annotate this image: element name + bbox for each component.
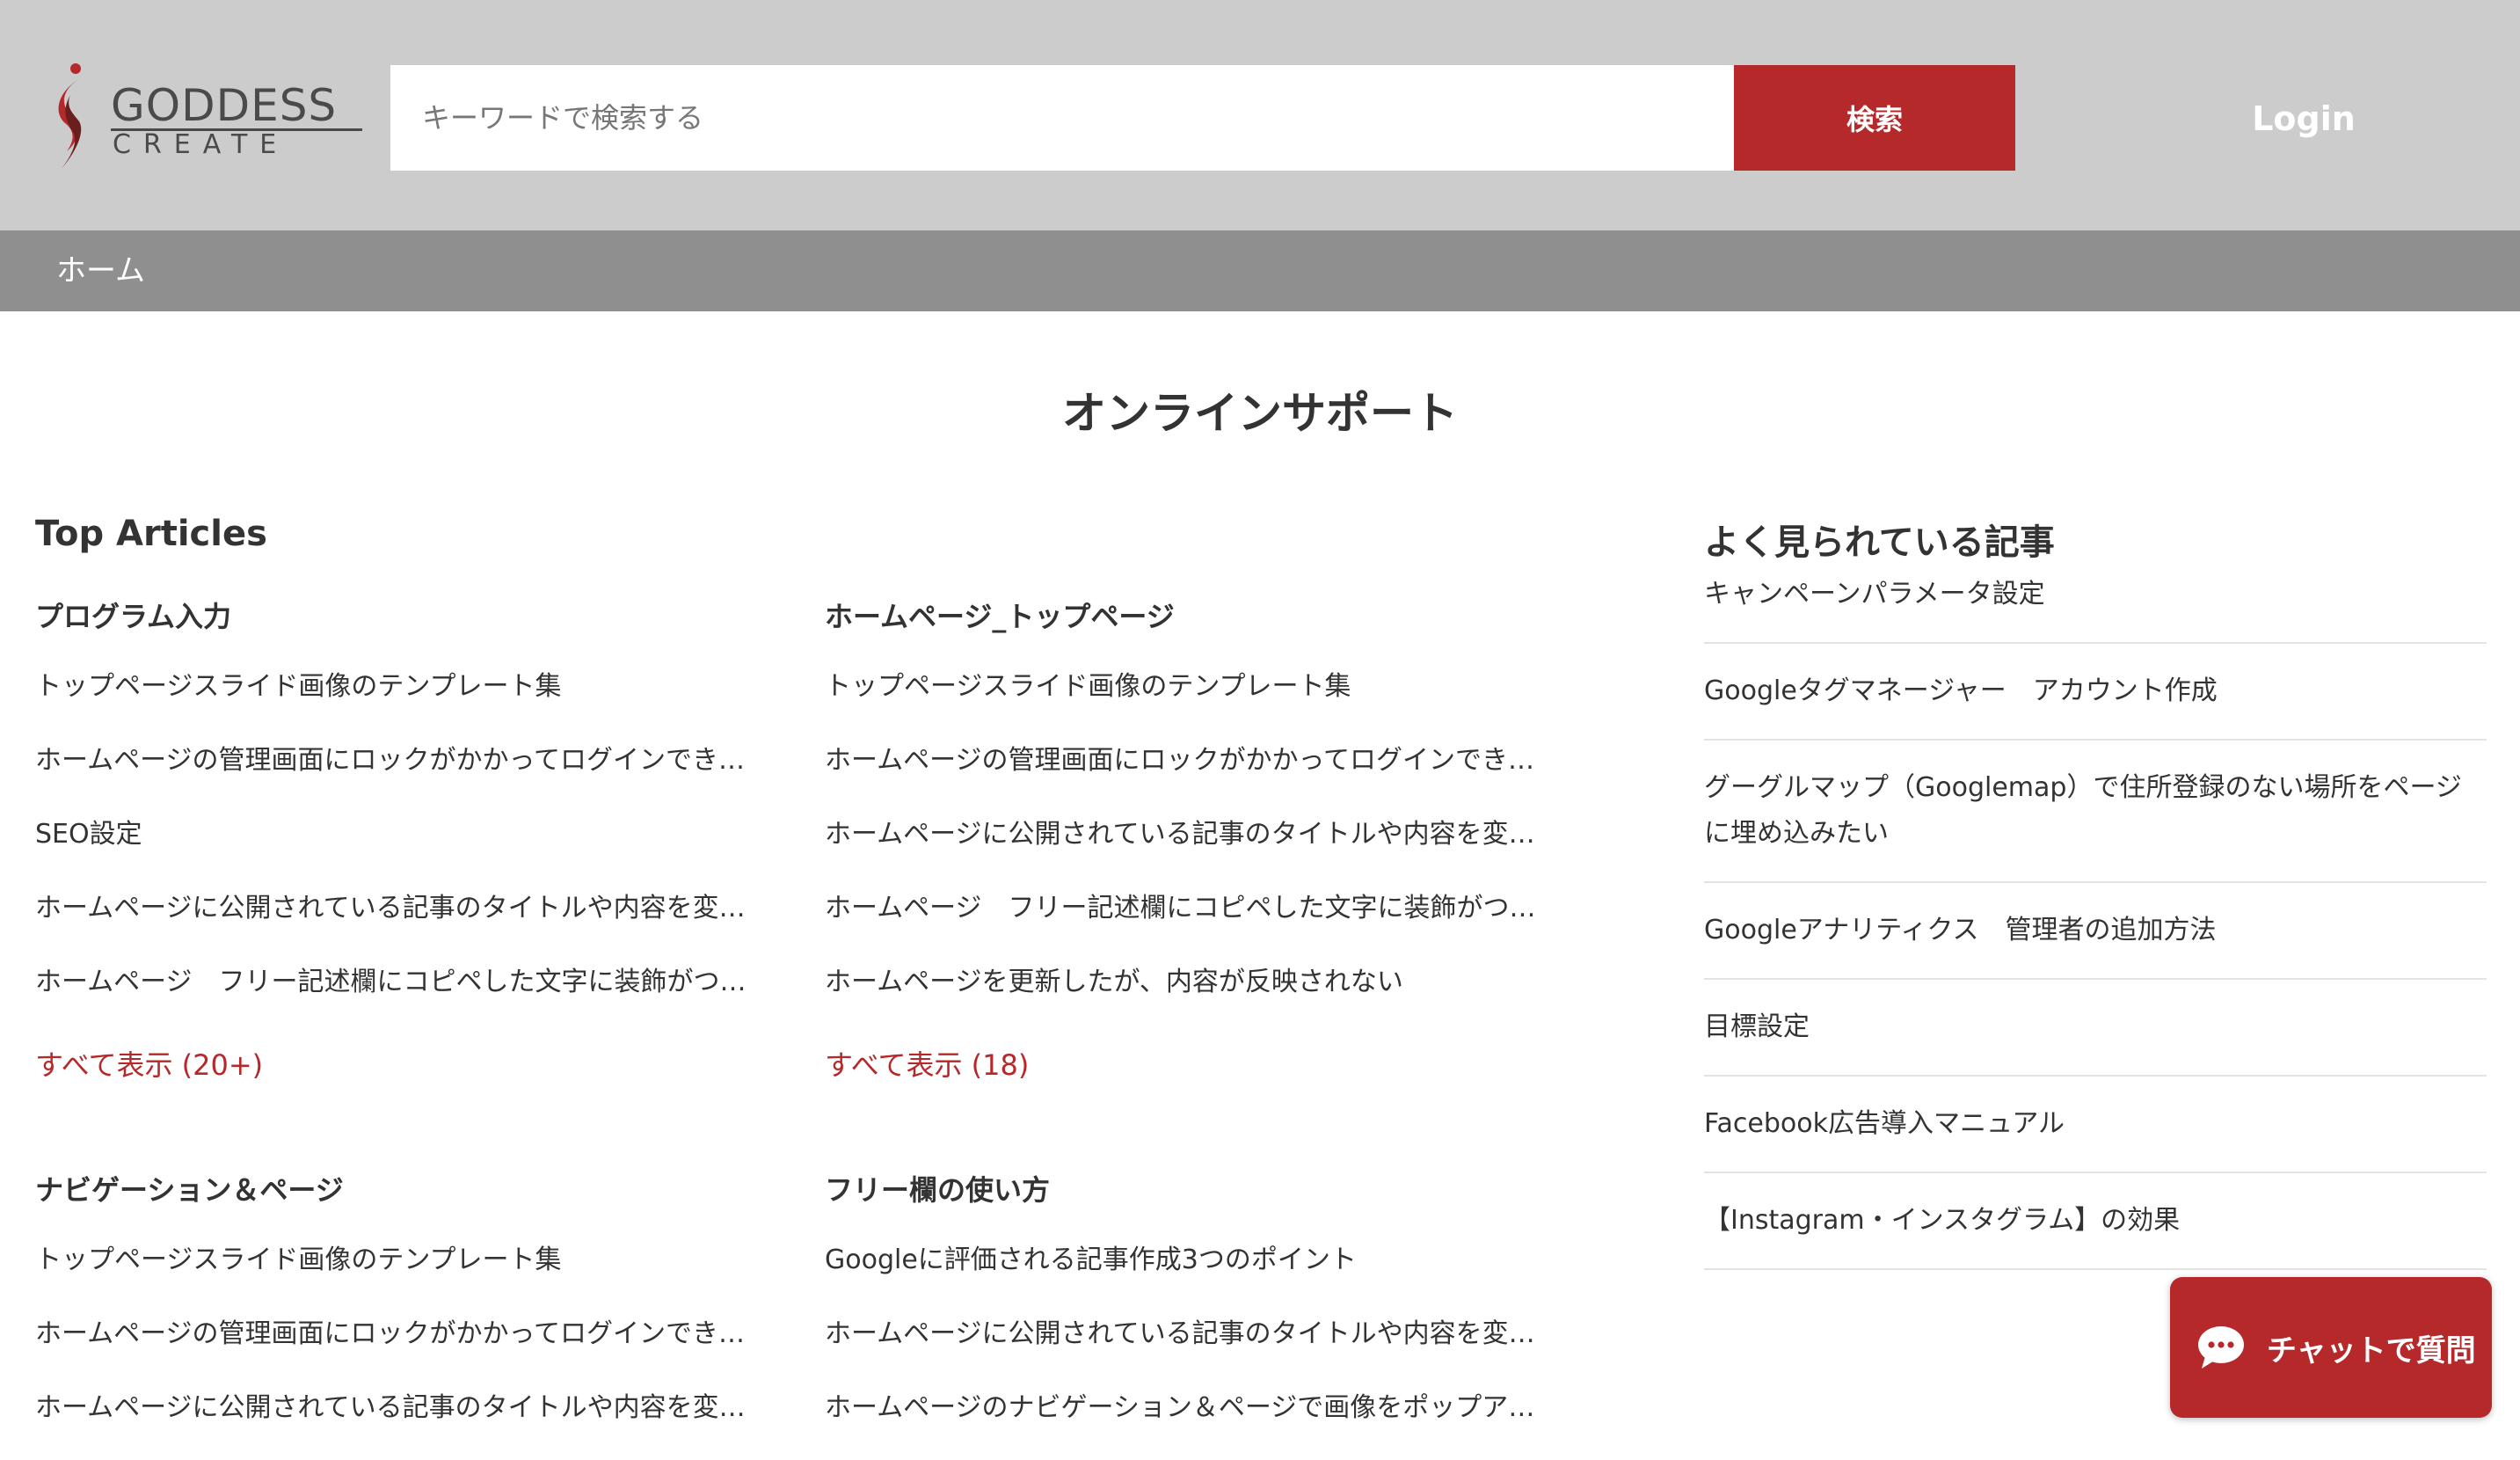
article-link[interactable]: ホームページの管理画面にロックがかかってログインできない [35,1312,756,1386]
category-program-input: プログラム入力 トップページスライド画像のテンプレート集 ホームページの管理画面… [35,595,756,1087]
category-title: ナビゲーション＆ページ [35,1173,344,1207]
chat-bubble-icon [2198,1326,2244,1369]
logo-subtitle: CREATE [113,129,289,160]
see-all-link[interactable]: すべて表示 (20+) [35,1043,756,1087]
article-link[interactable]: ホームページに公開されている記事のタイトルや内容を変更したい [825,813,1546,887]
article-link[interactable]: ホームページ フリー記述欄にコピペした文字に装飾がついてしまう [825,887,1546,960]
popular-article-link[interactable]: キャンペーンパラメータ設定 [1704,572,2487,644]
category-navigation-pages: ナビゲーション＆ページ トップページスライド画像のテンプレート集 ホームページの… [35,1168,756,1460]
article-list: トップページスライド画像のテンプレート集 ホームページの管理画面にロックがかかっ… [35,1238,756,1460]
popular-article-link[interactable]: Facebook広告導入マニュアル [1704,1077,2487,1173]
chat-button[interactable]: チャットで質問 [2170,1277,2492,1418]
article-list: Googleに評価される記事作成3つのポイント ホームページに公開されている記事… [825,1238,1546,1460]
site-logo[interactable]: GODDESS CREATE [53,60,362,174]
article-link[interactable]: ホームページのナビゲーション＆ページで画像をポップアップ [825,1386,1546,1460]
article-list: トップページスライド画像のテンプレート集 ホームページの管理画面にロックがかかっ… [825,665,1546,1034]
article-link[interactable]: SEO設定 [35,813,756,887]
article-link[interactable]: ホームページに公開されている記事のタイトルや内容を変更したい [35,1386,756,1460]
category-title: フリー欄の使い方 [825,1173,1051,1207]
article-link[interactable]: ホームページに公開されている記事のタイトルや内容を変更したい [35,887,756,960]
article-link[interactable]: ホームページに公開されている記事のタイトルや内容を変更したい [825,1312,1546,1386]
popular-articles-heading: よく見られている記事 [1704,522,2055,563]
article-link[interactable]: ホームページ フリー記述欄にコピペした文字に装飾がついてしまう [35,960,756,1034]
chat-button-label: チャットで質問 [2267,1333,2476,1368]
top-articles-heading: Top Articles [35,514,267,554]
login-link[interactable]: Login [2216,88,2392,150]
page-title: オンラインサポート [1062,388,1458,439]
breadcrumb: ホーム [0,230,2520,311]
article-link[interactable]: ホームページの管理画面にロックがかかってログインできない [35,739,756,813]
article-list: トップページスライド画像のテンプレート集 ホームページの管理画面にロックがかかっ… [35,665,756,1034]
logo-wordmark: GODDESS [111,80,338,131]
category-free-field: フリー欄の使い方 Googleに評価される記事作成3つのポイント ホームページに… [825,1168,1546,1460]
popular-article-link[interactable]: Googleアナリティクス 管理者の追加方法 [1704,883,2487,980]
category-title: ホームページ_トップページ [825,600,1175,633]
goddess-figure-icon [58,63,82,169]
article-link[interactable]: トップページスライド画像のテンプレート集 [35,665,756,739]
search-input[interactable] [390,65,1734,171]
article-link[interactable]: トップページスライド画像のテンプレート集 [825,665,1546,739]
article-link[interactable]: ホームページの管理画面にロックがかかってログインできない [825,739,1546,813]
popular-article-link[interactable]: Googleタグマネージャー アカウント作成 [1704,644,2487,741]
see-all-link[interactable]: すべて表示 (18) [825,1043,1546,1087]
site-header: GODDESS CREATE 検索 Login [0,0,2520,230]
article-link[interactable]: Googleに評価される記事作成3つのポイント [825,1238,1546,1312]
category-homepage-top: ホームページ_トップページ トップページスライド画像のテンプレート集 ホームペー… [825,595,1546,1087]
search-button[interactable]: 検索 [1734,65,2015,171]
article-link[interactable]: トップページスライド画像のテンプレート集 [35,1238,756,1312]
popular-article-link[interactable]: 【Instagram・インスタグラム】の効果 [1704,1173,2487,1270]
popular-article-link[interactable]: 目標設定 [1704,980,2487,1077]
article-link[interactable]: ホームページを更新したが、内容が反映されない [825,960,1546,1034]
popular-articles-list: キャンペーンパラメータ設定 Googleタグマネージャー アカウント作成 グーグ… [1704,572,2487,1270]
breadcrumb-home-link[interactable]: ホーム [56,230,145,311]
category-title: プログラム入力 [35,600,232,633]
popular-article-link[interactable]: グーグルマップ（Googlemap）で住所登録のない場所をページに埋め込みたい [1704,741,2487,883]
